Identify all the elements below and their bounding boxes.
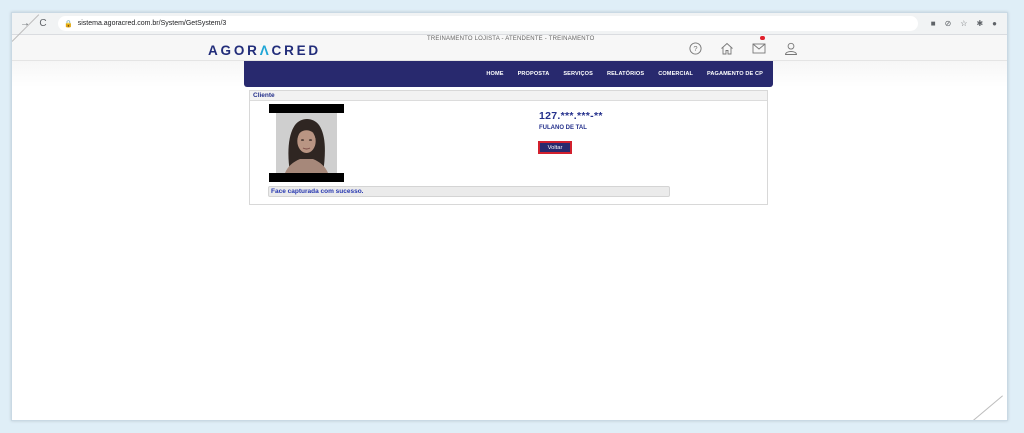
address-bar[interactable]: 🔒 sistema.agoracred.com.br/System/GetSys… <box>58 16 918 31</box>
panel-title: Cliente <box>250 91 767 101</box>
camera-icon[interactable]: ■ <box>931 19 936 28</box>
menu-servicos[interactable]: SERVIÇOS <box>563 71 593 77</box>
menu-proposta[interactable]: PROPOSTA <box>518 71 550 77</box>
menu-home[interactable]: HOME <box>486 71 503 77</box>
mail-icon[interactable] <box>750 36 768 56</box>
screen-frame: → C 🔒 sistema.agoracred.com.br/System/Ge… <box>11 12 1008 421</box>
svg-text:?: ? <box>693 44 697 53</box>
menu-relatorios[interactable]: RELATÓRIOS <box>607 71 644 77</box>
client-cpf: 127.***.***-** <box>539 110 603 122</box>
menu-pagamento-cp[interactable]: PAGAMENTO DE CP <box>707 71 763 77</box>
client-panel: Cliente 127.***.***-** FULANO DE TAL Vol… <box>249 90 768 205</box>
redaction-bar-bottom <box>269 173 344 182</box>
header-icons: ? <box>686 36 800 56</box>
browser-actions: ■ ⊘ ☆ ✱ ● <box>931 19 997 28</box>
browser-toolbar: → C 🔒 sistema.agoracred.com.br/System/Ge… <box>12 13 1007 35</box>
notification-dot <box>760 36 765 40</box>
home-icon[interactable] <box>718 40 736 56</box>
main-menu: HOME PROPOSTA SERVIÇOS RELATÓRIOS COMERC… <box>244 61 773 87</box>
lock-icon: 🔒 <box>64 20 73 28</box>
logo-part-1: AGOR <box>208 43 260 58</box>
decorative-corner-line <box>971 395 1003 420</box>
logo-part-3: CRED <box>271 43 321 58</box>
site-title: TREINAMENTO LOJISTA - ATENDENTE - TREINA… <box>427 36 595 42</box>
star-icon[interactable]: ☆ <box>960 19 967 28</box>
logo[interactable]: AGORΛCRED <box>208 43 321 58</box>
menu-comercial[interactable]: COMERCIAL <box>658 71 693 77</box>
url-text: sistema.agoracred.com.br/System/GetSyste… <box>77 20 227 27</box>
client-name: FULANO DE TAL <box>539 125 587 131</box>
success-message: Face capturada com sucesso. <box>268 186 670 197</box>
help-icon[interactable]: ? <box>686 40 704 56</box>
profile-icon[interactable]: ● <box>992 19 997 28</box>
reload-icon[interactable]: C <box>38 18 48 29</box>
redaction-bar-top <box>269 104 344 113</box>
user-icon[interactable] <box>782 40 800 56</box>
client-face-photo <box>276 113 337 173</box>
logo-part-2: Λ <box>259 43 272 58</box>
share-icon[interactable]: ⊘ <box>945 19 952 28</box>
site-header: TREINAMENTO LOJISTA - ATENDENTE - TREINA… <box>12 35 1007 61</box>
extensions-icon[interactable]: ✱ <box>976 19 983 28</box>
back-button[interactable]: Voltar <box>538 141 572 154</box>
